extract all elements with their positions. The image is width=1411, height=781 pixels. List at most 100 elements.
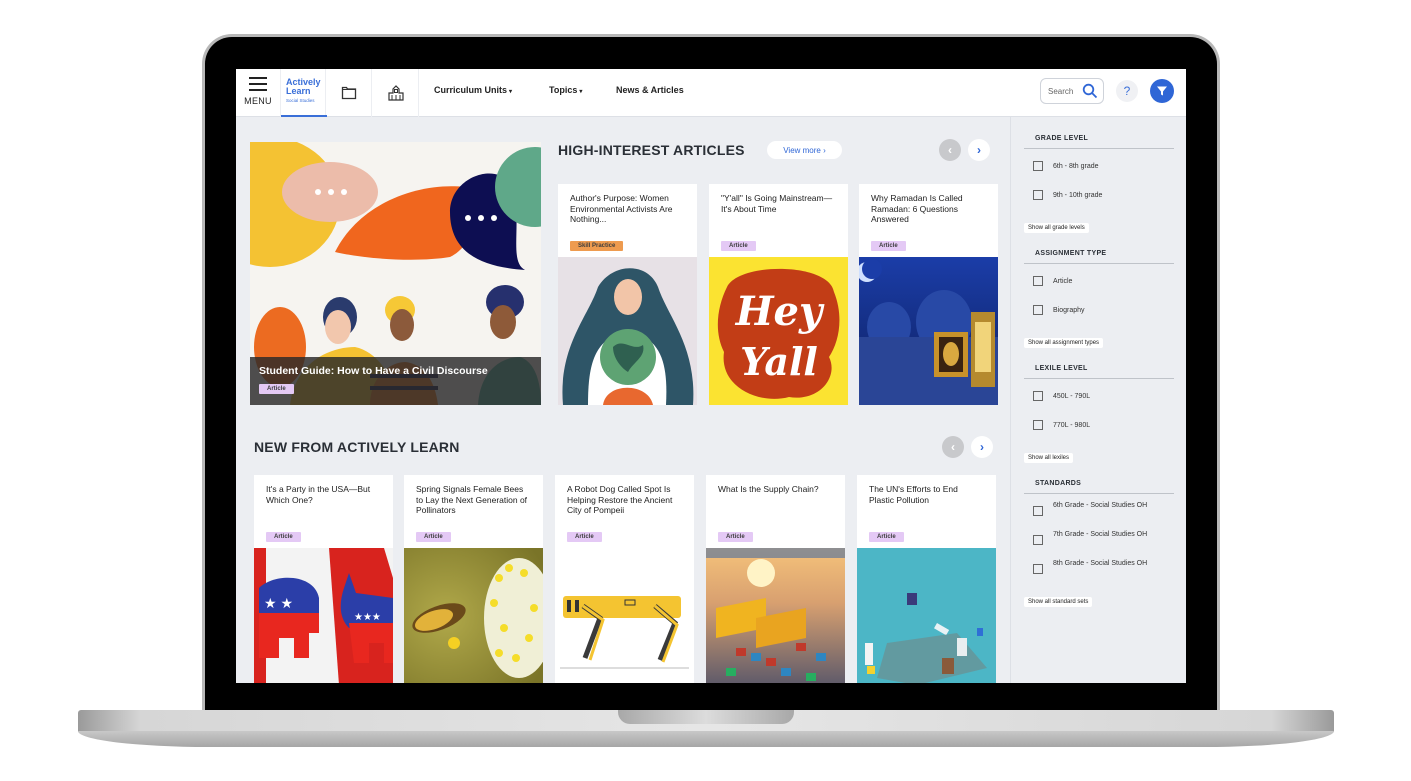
filter-option-biography[interactable]: Biography <box>1033 305 1085 316</box>
article-card[interactable]: What Is the Supply Chain? Article <box>706 475 845 683</box>
article-title: Why Ramadan Is Called Ramadan: 6 Questio… <box>871 193 963 224</box>
article-title: "Y'all" Is Going Mainstream—It's About T… <box>721 193 833 214</box>
chevron-left-icon: ‹ <box>951 440 955 454</box>
article-badge: Article <box>721 241 756 251</box>
chevron-left-icon: ‹ <box>948 143 952 157</box>
featured-article-card[interactable]: Student Guide: How to Have a Civil Disco… <box>250 142 541 405</box>
school-tab[interactable] <box>373 69 419 117</box>
article-title: Spring Signals Female Bees to Lay the Ne… <box>416 484 528 515</box>
checkbox[interactable] <box>1033 564 1043 574</box>
bee-pollinator-image <box>404 548 543 683</box>
show-all-lexiles-button[interactable]: Show all lexiles <box>1024 453 1074 463</box>
svg-text:★ ★: ★ ★ <box>264 595 293 611</box>
nav-topics[interactable]: Topics ▾ <box>549 85 582 95</box>
checkbox[interactable] <box>1033 190 1043 200</box>
nav-news-articles-label: News & Articles <box>616 85 684 95</box>
top-navigation-bar: MENU Actively Learn Social Studies Curri… <box>236 69 1186 117</box>
filter-option-450l-790l[interactable]: 450L - 790L <box>1033 391 1090 402</box>
lexile-level-heading: LEXILE LEVEL <box>1024 365 1174 379</box>
article-card[interactable]: Spring Signals Female Bees to Lay the Ne… <box>404 475 543 683</box>
article-card[interactable]: It's a Party in the USA—But Which One? A… <box>254 475 393 683</box>
article-badge: Article <box>869 532 904 542</box>
environmental-activist-illustration <box>558 257 697 405</box>
skill-practice-badge: Skill Practice <box>570 241 624 251</box>
nav-curriculum-units[interactable]: Curriculum Units ▾ <box>434 85 512 95</box>
ocean-plastic-pollution-image <box>857 548 996 683</box>
filter-funnel-icon <box>1157 86 1167 96</box>
filter-option-770l-980l[interactable]: 770L - 980L <box>1033 420 1090 431</box>
svg-text:★★★: ★★★ <box>354 612 381 623</box>
high-interest-next-button[interactable]: › <box>968 139 990 161</box>
app-screen: MENU Actively Learn Social Studies Curri… <box>236 69 1186 683</box>
high-interest-heading: HIGH-INTEREST ARTICLES <box>558 142 745 158</box>
nav-news-articles[interactable]: News & Articles <box>616 85 684 95</box>
menu-button[interactable]: MENU <box>236 69 280 117</box>
robot-dog-spot-image <box>555 548 694 683</box>
nav-topics-label: Topics <box>549 85 578 95</box>
hey-yall-lettering-image: Hey Yall <box>709 257 848 405</box>
filter-option-8th-grade-social-studies-oh[interactable]: 8th Grade - Social Studies OH <box>1033 558 1158 574</box>
main-content: Student Guide: How to Have a Civil Disco… <box>236 117 1010 683</box>
hamburger-icon <box>249 77 267 95</box>
option-label: Biography <box>1053 307 1085 314</box>
shipping-port-image <box>706 548 845 683</box>
search-icon[interactable] <box>1082 83 1098 99</box>
filter-button[interactable] <box>1150 79 1174 103</box>
show-all-assignment-types-button[interactable]: Show all assignment types <box>1024 338 1104 348</box>
article-title: What Is the Supply Chain? <box>718 484 819 494</box>
option-label: 9th - 10th grade <box>1053 192 1103 199</box>
school-building-icon <box>387 85 404 101</box>
option-label: 7th Grade - Social Studies OH <box>1053 531 1148 538</box>
checkbox[interactable] <box>1033 276 1043 286</box>
article-card[interactable]: "Y'all" Is Going Mainstream—It's About T… <box>709 184 848 405</box>
actively-learn-logo[interactable]: Actively Learn Social Studies <box>280 69 327 117</box>
high-interest-prev-button[interactable]: ‹ <box>939 139 961 161</box>
filter-sidebar: GRADE LEVEL 6th - 8th grade 9th - 10th g… <box>1010 117 1186 683</box>
help-button[interactable]: ? <box>1116 80 1138 102</box>
article-card[interactable]: Why Ramadan Is Called Ramadan: 6 Questio… <box>859 184 998 405</box>
new-from-next-button[interactable]: › <box>971 436 993 458</box>
new-from-prev-button[interactable]: ‹ <box>942 436 964 458</box>
laptop-base-bottom <box>78 731 1334 747</box>
article-card[interactable]: Author's Purpose: Women Environmental Ac… <box>558 184 697 405</box>
view-more-button[interactable]: View more › <box>767 141 842 159</box>
chevron-right-icon: › <box>977 143 981 157</box>
article-title: It's a Party in the USA—But Which One? <box>266 484 371 505</box>
standards-heading: STANDARDS <box>1024 480 1174 494</box>
logo-subtitle: Social Studies <box>286 98 315 103</box>
ramadan-mosque-image <box>859 257 998 405</box>
checkbox[interactable] <box>1033 506 1043 516</box>
featured-title: Student Guide: How to Have a Civil Disco… <box>259 365 488 377</box>
logo-line2: Learn <box>286 86 311 96</box>
chevron-right-icon: › <box>980 440 984 454</box>
folder-tab[interactable] <box>326 69 372 117</box>
article-badge: Article <box>718 532 753 542</box>
checkbox[interactable] <box>1033 391 1043 401</box>
menu-label: MENU <box>244 96 272 106</box>
filter-option-article[interactable]: Article <box>1033 276 1072 287</box>
article-badge: Article <box>871 241 906 251</box>
article-badge: Article <box>416 532 451 542</box>
filter-option-9th-10th-grade[interactable]: 9th - 10th grade <box>1033 190 1102 201</box>
view-more-label: View more <box>783 145 821 155</box>
show-all-standard-sets-button[interactable]: Show all standard sets <box>1024 597 1093 607</box>
show-all-grade-levels-button[interactable]: Show all grade levels <box>1024 223 1089 233</box>
svg-text:Hey: Hey <box>735 288 825 335</box>
checkbox[interactable] <box>1033 161 1043 171</box>
article-card[interactable]: The UN's Efforts to End Plastic Pollutio… <box>857 475 996 683</box>
article-title: A Robot Dog Called Spot Is Helping Resto… <box>567 484 673 515</box>
checkbox[interactable] <box>1033 420 1043 430</box>
checkbox[interactable] <box>1033 305 1043 315</box>
nav-curriculum-units-label: Curriculum Units <box>434 85 508 95</box>
article-card[interactable]: A Robot Dog Called Spot Is Helping Resto… <box>555 475 694 683</box>
filter-option-6th-grade-social-studies-oh[interactable]: 6th Grade - Social Studies OH <box>1033 500 1158 516</box>
filter-option-6th-8th-grade[interactable]: 6th - 8th grade <box>1033 161 1099 172</box>
search-input[interactable]: Search <box>1040 78 1104 104</box>
filter-option-7th-grade-social-studies-oh[interactable]: 7th Grade - Social Studies OH <box>1033 529 1158 545</box>
party-symbols-image: ★ ★ ★★★ <box>254 548 393 683</box>
article-title: The UN's Efforts to End Plastic Pollutio… <box>869 484 958 505</box>
article-title: Author's Purpose: Women Environmental Ac… <box>570 193 673 224</box>
assignment-type-heading: ASSIGNMENT TYPE <box>1024 250 1174 264</box>
checkbox[interactable] <box>1033 535 1043 545</box>
option-label: 6th Grade - Social Studies OH <box>1053 502 1148 509</box>
